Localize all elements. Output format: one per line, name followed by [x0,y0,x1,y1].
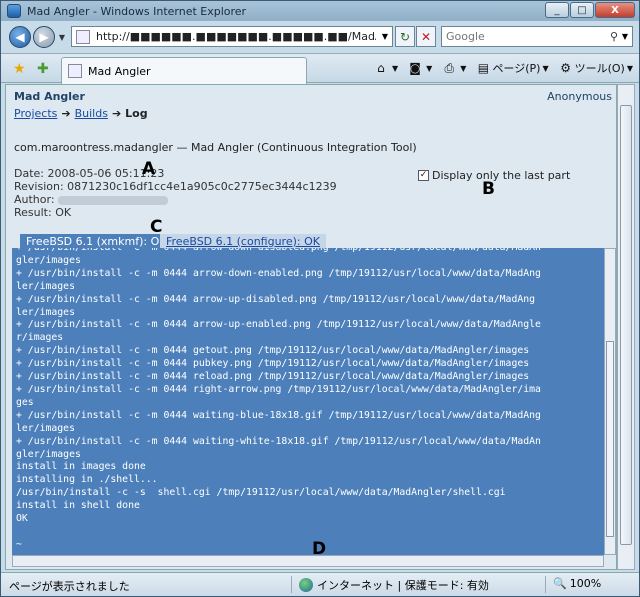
recent-pages-dropdown[interactable]: ▼ [57,33,67,42]
build-tab-xmkmf[interactable]: FreeBSD 6.1 (xmkmf): OK [20,234,173,248]
build-log-text: + /usr/bin/install -c -m 0444 arrow-down… [16,248,541,550]
zoom-control[interactable]: 🔍 100% [553,577,601,590]
breadcrumb: Projects ➔ Builds ➔ Log [14,107,148,120]
page-menu-icon: ▤ [477,61,490,75]
page-content: Mad Angler Anonymous Projects ➔ Builds ➔… [5,84,617,570]
address-dropdown-icon[interactable]: ▼ [382,32,388,41]
address-bar[interactable]: http://■■■■■■.■■■■■■■.■■■■■.■■/MadAngler… [71,26,393,47]
browser-tab[interactable]: Mad Angler [61,57,307,84]
log-vertical-scrollbar[interactable] [604,248,616,555]
forward-arrow-icon: ▶ [39,30,49,44]
address-url[interactable]: http://■■■■■■.■■■■■■■.■■■■■.■■/MadAngler… [96,30,376,43]
status-bar: ページが表示されました インターネット | 保護モード: 有効 🔍 100% [1,572,639,596]
security-zone[interactable]: インターネット | 保護モード: 有効 [299,577,489,593]
tab-page-icon [68,64,82,78]
gear-icon: ⚙ [560,61,571,75]
search-input[interactable] [446,30,596,43]
tab-label: Mad Angler [88,64,151,78]
tools-menu[interactable]: ⚙ ツール(O) ▼ [559,60,633,76]
back-arrow-icon: ◀ [15,30,25,44]
display-last-part-label: Display only the last part [432,169,571,182]
add-favorites-icon[interactable]: ✚ [37,61,49,77]
window-title: Mad Angler - Windows Internet Explorer [27,4,247,18]
maximize-button[interactable]: □ [570,2,594,18]
command-bar: ⌂ ▼ ◙ ▼ ⎙ ▼ ▤ ページ(P) ▼ ⚙ ツール(O) ▼ [364,60,633,76]
browser-window: Mad Angler - Windows Internet Explorer _… [0,0,640,597]
log-horizontal-scrollbar[interactable] [12,555,604,567]
build-result: Result: OK [14,206,72,219]
print-icon: ⎙ [444,60,455,75]
minimize-button[interactable]: _ [545,2,569,18]
breadcrumb-current: Log [125,107,148,120]
title-bar: Mad Angler - Windows Internet Explorer _… [1,1,639,21]
window-controls: _ □ X [544,2,635,18]
zoom-icon: 🔍 [553,577,567,590]
breadcrumb-arrow-icon: ➔ [111,107,122,120]
ie-logo-icon [7,4,21,18]
search-box[interactable]: ⚲ ▼ [441,26,633,47]
feeds-button[interactable]: ◙ ▼ [408,61,432,75]
page-scroll-thumb[interactable] [620,105,632,545]
breadcrumb-builds-link[interactable]: Builds [75,107,108,120]
rss-feed-icon: ◙ [409,61,421,75]
search-icon[interactable]: ⚲ [610,30,618,43]
tab-row: ★ ✚ Mad Angler ⌂ ▼ ◙ ▼ ⎙ ▼ ▤ ページ(P) ▼ ⚙ ツール(O)… [1,53,639,84]
back-button[interactable]: ◀ [9,26,31,48]
page-menu[interactable]: ▤ ページ(P) ▼ [476,60,549,76]
status-text: ページが表示されました [9,580,130,593]
project-line: com.maroontress.madangler — Mad Angler (… [14,141,417,154]
build-tab-configure[interactable]: FreeBSD 6.1 (configure): OK [160,234,326,248]
address-row: ◀ ▶ ▼ http://■■■■■■.■■■■■■■.■■■■■.■■/Mad… [1,22,639,52]
redacted-author [58,195,169,205]
annotation-b: B [482,179,495,199]
refresh-button[interactable]: ↻ [395,26,415,47]
search-dropdown-icon[interactable]: ▼ [622,32,628,41]
user-name: Anonymous [547,90,612,103]
home-button[interactable]: ⌂ ▼ [374,61,398,75]
display-last-part-checkbox[interactable]: ✓ [418,170,429,181]
stop-button[interactable]: ✕ [416,26,436,47]
breadcrumb-arrow-icon: ➔ [61,107,71,120]
favorites-star-icon[interactable]: ★ [13,61,26,77]
stop-icon: ✕ [420,29,432,44]
breadcrumb-projects-link[interactable]: Projects [14,107,57,120]
log-scroll-thumb[interactable] [606,341,614,537]
build-author: Author: [14,193,337,206]
build-metadata: Date: 2008-05-06 05:11:23 Revision: 0871… [14,167,337,219]
print-button[interactable]: ⎙ ▼ [442,61,466,75]
page-icon [76,29,90,44]
forward-button[interactable]: ▶ [33,26,55,48]
zoom-level: 100% [569,577,602,590]
globe-icon [299,578,313,592]
build-log: + /usr/bin/install -c -m 0444 arrow-down… [12,248,604,555]
close-button[interactable]: X [595,2,635,18]
build-date: Date: 2008-05-06 05:11:23 [14,167,165,180]
app-title: Mad Angler [14,90,85,103]
annotation-a: A [142,159,156,179]
page-vertical-scrollbar[interactable] [617,84,635,570]
zone-text: インターネット | 保護モード: 有効 [317,579,489,592]
refresh-icon: ↻ [399,29,411,44]
build-revision: Revision: 0871230c16df1cc4e1a905c0c2775e… [14,180,337,193]
home-icon: ⌂ [377,61,385,75]
